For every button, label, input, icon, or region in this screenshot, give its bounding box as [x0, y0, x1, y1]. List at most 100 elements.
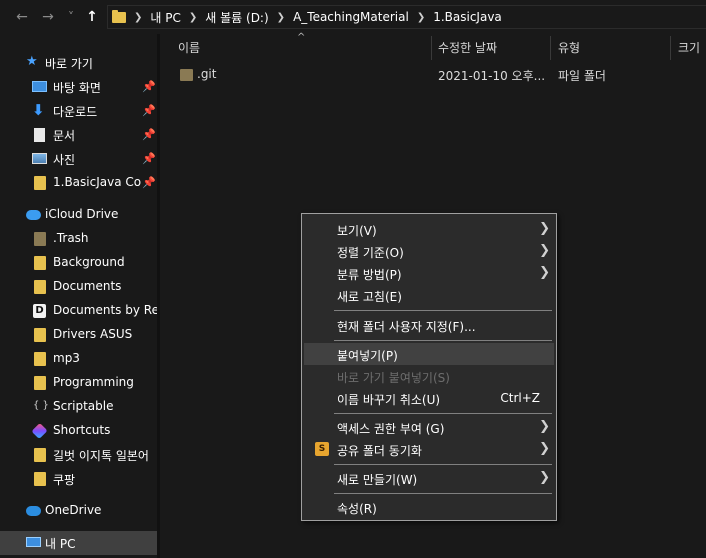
column-header-name[interactable]: 이름	[178, 34, 200, 60]
forward-button[interactable]: →	[39, 7, 57, 27]
sidebar-item-gilbut-japanese[interactable]: 길벗 이지톡 일본어	[0, 443, 157, 467]
context-menu: 보기(V) ❯ 정렬 기준(O) ❯ 분류 방법(P) ❯ 새로 고침(E) 현…	[301, 213, 557, 521]
folder-icon	[34, 328, 46, 342]
recent-locations-button[interactable]: ˅	[62, 7, 80, 27]
breadcrumb-volume-d[interactable]: 새 볼륨 (D:)	[205, 9, 268, 26]
menu-separator	[334, 413, 552, 414]
menu-item-new[interactable]: 새로 만들기(W) ❯	[304, 467, 554, 489]
cloud-icon	[26, 210, 41, 220]
menu-item-shared-folder-sync[interactable]: S 공유 폴더 동기화 ❯	[304, 438, 554, 460]
pin-icon: 📌	[142, 80, 156, 93]
folder-icon	[180, 69, 193, 81]
chevron-right-icon[interactable]: ❯	[189, 12, 197, 23]
menu-item-label: 분류 방법(P)	[337, 268, 402, 282]
computer-icon	[26, 537, 41, 547]
menu-item-label: 속성(R)	[337, 502, 377, 516]
sidebar-item-label: 문서	[53, 129, 76, 143]
pictures-icon	[32, 153, 47, 164]
chevron-right-icon: ❯	[539, 265, 550, 280]
chevron-right-icon[interactable]: ❯	[134, 12, 142, 23]
file-row[interactable]: .git 2021-01-10 오후... 파일 폴더	[160, 64, 706, 86]
sidebar-item-documents[interactable]: 문서 📌	[0, 123, 157, 147]
menu-item-sort-by[interactable]: 정렬 기준(O) ❯	[304, 240, 554, 262]
sidebar-item-icloud-drive[interactable]: iCloud Drive	[0, 203, 157, 227]
breadcrumb-this-pc[interactable]: 내 PC	[150, 9, 180, 26]
pin-icon: 📌	[142, 152, 156, 165]
folder-icon	[34, 280, 46, 294]
sidebar-item-onedrive[interactable]: OneDrive	[0, 499, 157, 523]
back-button[interactable]: ←	[13, 7, 31, 27]
column-header-modified[interactable]: 수정한 날짜	[438, 34, 497, 60]
sidebar-item-label: 쿠팡	[53, 473, 76, 487]
column-header-label: 크기	[678, 40, 701, 55]
star-icon: ★	[26, 54, 38, 69]
sidebar-item-label: mp3	[53, 351, 80, 365]
sidebar-item-label: 바탕 화면	[53, 81, 101, 95]
menu-item-customize-folder[interactable]: 현재 폴더 사용자 지정(F)...	[304, 314, 554, 336]
chevron-right-icon: ❯	[539, 221, 550, 236]
menu-item-label: 새로 고침(E)	[337, 290, 402, 304]
file-modified: 2021-01-10 오후...	[438, 69, 546, 83]
menu-item-give-access[interactable]: 액세스 권한 부여 (G) ❯	[304, 416, 554, 438]
sidebar-item-mp3[interactable]: mp3	[0, 347, 157, 371]
column-header-size[interactable]: 크기	[678, 34, 700, 60]
document-icon	[34, 128, 45, 142]
menu-item-undo-rename[interactable]: 이름 바꾸기 취소(U) Ctrl+Z	[304, 387, 554, 409]
sidebar-item-drivers-asus[interactable]: Drivers ASUS	[0, 323, 157, 347]
sidebar-item-documents-icloud[interactable]: Documents	[0, 275, 157, 299]
menu-item-refresh[interactable]: 새로 고침(E)	[304, 284, 554, 306]
navigation-pane: ★ 바로 가기 바탕 화면 📌 ⬇ 다운로드 📌 문서 📌 사진 📌 1.Bas…	[0, 34, 157, 558]
sidebar-item-downloads[interactable]: ⬇ 다운로드 📌	[0, 99, 157, 123]
chevron-right-icon[interactable]: ❯	[277, 12, 285, 23]
sidebar-item-basicjava-copy[interactable]: 1.BasicJava Copy 📌	[0, 171, 157, 195]
address-bar[interactable]: ❯ 내 PC ❯ 새 볼륨 (D:) ❯ A_TeachingMaterial …	[107, 5, 706, 29]
sidebar-item-pictures[interactable]: 사진 📌	[0, 147, 157, 171]
column-divider[interactable]	[550, 36, 551, 60]
breadcrumb-basic-java[interactable]: 1.BasicJava	[433, 10, 502, 24]
sidebar-item-documents-by-readdle[interactable]: D Documents by Readdle	[0, 299, 157, 323]
sidebar-item-quick-access[interactable]: ★ 바로 가기	[0, 51, 157, 75]
menu-item-group-by[interactable]: 분류 방법(P) ❯	[304, 262, 554, 284]
sidebar-item-this-pc[interactable]: 내 PC	[0, 531, 157, 555]
sidebar-item-label: 사진	[53, 153, 76, 167]
folder-icon	[34, 176, 46, 190]
sidebar-item-programming[interactable]: Programming	[0, 371, 157, 395]
column-divider[interactable]	[670, 36, 671, 60]
sidebar-item-coupang[interactable]: 쿠팡	[0, 467, 157, 491]
column-header-label: 수정한 날짜	[438, 40, 498, 55]
menu-item-label: 공유 폴더 동기화	[337, 444, 422, 458]
sidebar-item-label: 다운로드	[53, 105, 98, 119]
sidebar-item-background[interactable]: Background	[0, 251, 157, 275]
chevron-right-icon: ❯	[539, 419, 550, 434]
up-arrow-icon: ↑	[86, 9, 98, 25]
sidebar-item-label: .Trash	[53, 231, 89, 245]
menu-item-label: 액세스 권한 부여 (G)	[337, 422, 445, 436]
sidebar-item-label: iCloud Drive	[45, 207, 119, 221]
menu-item-view[interactable]: 보기(V) ❯	[304, 218, 554, 240]
menu-item-label: 바로 가기 붙여넣기(S)	[337, 371, 450, 385]
chevron-right-icon: ❯	[539, 243, 550, 258]
file-name: .git	[197, 67, 217, 81]
folder-icon	[34, 448, 46, 462]
sidebar-item-trash[interactable]: .Trash	[0, 227, 157, 251]
menu-item-properties[interactable]: 속성(R)	[304, 496, 554, 518]
column-divider[interactable]	[431, 36, 432, 60]
scriptable-icon: { }	[33, 400, 49, 411]
menu-item-label: 붙여넣기(P)	[337, 349, 398, 363]
folder-icon	[34, 472, 46, 486]
menu-separator	[334, 340, 552, 341]
folder-icon	[34, 232, 46, 246]
sidebar-item-label: Shortcuts	[53, 423, 111, 437]
chevron-right-icon[interactable]: ❯	[417, 12, 425, 23]
column-header-type[interactable]: 유형	[558, 34, 580, 60]
menu-item-paste[interactable]: 붙여넣기(P)	[304, 343, 554, 365]
breadcrumb-teaching-material[interactable]: A_TeachingMaterial	[293, 10, 409, 24]
sidebar-item-desktop[interactable]: 바탕 화면 📌	[0, 75, 157, 99]
sidebar-item-shortcuts[interactable]: Shortcuts	[0, 419, 157, 443]
navigation-bar: ← → ˅ ↑ ❯ 내 PC ❯ 새 볼륨 (D:) ❯ A_TeachingM…	[0, 0, 706, 34]
folder-icon	[112, 9, 126, 23]
menu-separator	[334, 493, 552, 494]
sidebar-item-scriptable[interactable]: { } Scriptable	[0, 395, 157, 419]
up-button[interactable]: ↑	[83, 7, 101, 27]
chevron-down-icon: ˅	[68, 10, 74, 24]
